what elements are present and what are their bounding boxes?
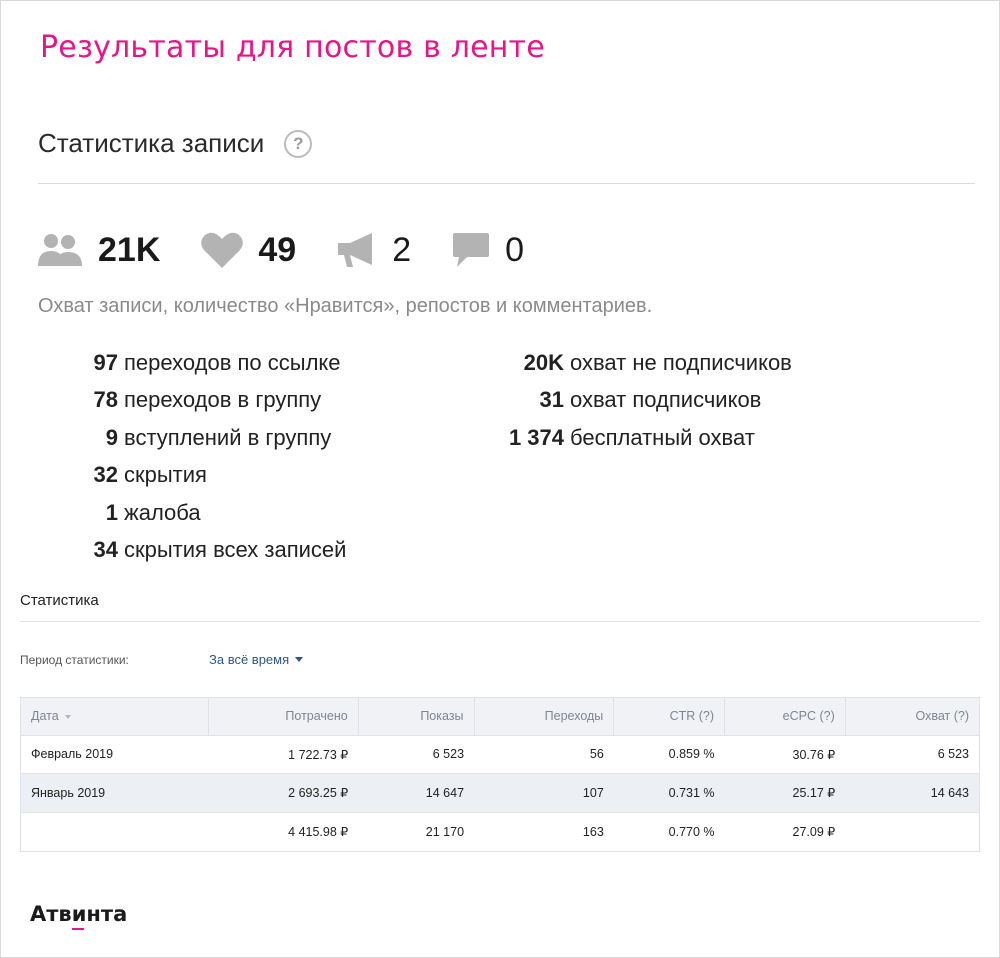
column-header-clicks[interactable]: Переходы [474, 698, 615, 735]
column-header-reach[interactable]: Охват (?) [845, 698, 979, 735]
table-cell: 2 693.25 ₽ [208, 773, 359, 812]
detail-number: 31 [539, 387, 564, 413]
detail-row: 78 переходов в группу [60, 382, 400, 420]
metric-reposts: 2 [336, 231, 411, 270]
table-cell: 163 [474, 811, 614, 851]
table-cell [845, 811, 979, 851]
detail-number: 32 [93, 462, 118, 488]
detail-number: 1 [105, 499, 118, 525]
metric-reach: 21K [36, 231, 160, 270]
table-cell: 107 [474, 773, 614, 812]
detail-number: 9 [105, 424, 118, 450]
column-header-ecpc[interactable]: eCPC (?) [724, 698, 846, 735]
details-right: 20K охват не подписчиков 31 охват подписчи… [470, 344, 870, 457]
period-dropdown-value: За всё время [209, 652, 290, 667]
detail-row: 20K охват не подписчиков [470, 344, 870, 382]
brand-logo: Атвинта [30, 902, 128, 926]
detail-number: 34 [93, 537, 118, 563]
metric-comments-value: 0 [505, 230, 525, 269]
table-header-row: Дата Потрачено Показы Переходы CTR (?) e… [21, 698, 979, 735]
details-left: 97 переходов по ссылке 78 переходов в груп… [60, 344, 400, 569]
detail-label: жалоба [124, 499, 201, 525]
table-cell: 0.859 % [613, 734, 725, 774]
period-dropdown[interactable]: За всё время [209, 652, 304, 667]
post-stats-title: Статистика записи ? [38, 128, 313, 159]
post-stats-title-text: Статистика записи [38, 128, 265, 158]
detail-label: охват подписчиков [570, 387, 762, 413]
divider [20, 621, 980, 622]
column-header-label: Дата [31, 709, 59, 724]
detail-label: охват не подписчиков [570, 349, 792, 375]
comment-icon [453, 233, 490, 267]
stats-section-title: Статистика [20, 592, 99, 609]
table-cell: 4 415.98 ₽ [208, 811, 359, 851]
detail-row: 1 374 бесплатный охват [470, 419, 870, 457]
table-cell: 0.770 % [613, 811, 725, 851]
table-total-row: 4 415.98 ₽ 21 170 163 0.770 % 27.09 ₽ [21, 811, 979, 851]
detail-label: скрытия [124, 462, 207, 488]
people-icon [38, 234, 82, 266]
megaphone-icon [338, 233, 373, 267]
table-row: Февраль 2019 1 722.73 ₽ 6 523 56 0.859 %… [21, 734, 979, 774]
detail-number: 78 [93, 387, 118, 413]
period-label: Период статистики: [20, 653, 129, 667]
detail-row: 9 вступлений в группу [60, 419, 400, 457]
metric-likes: 49 [200, 231, 296, 270]
table-cell: 56 [474, 734, 614, 774]
divider [38, 183, 975, 184]
table-cell: 25.17 ₽ [724, 773, 846, 812]
table-cell: 21 170 [358, 811, 475, 851]
table-cell: 1 722.73 ₽ [208, 734, 359, 774]
table-cell: Февраль 2019 [21, 734, 209, 774]
detail-label: бесплатный охват [570, 424, 755, 450]
detail-number: 97 [93, 349, 118, 375]
table-row: Январь 2019 2 693.25 ₽ 14 647 107 0.731 … [21, 773, 979, 812]
metric-reach-value: 21K [98, 230, 161, 269]
detail-number: 20K [523, 349, 564, 375]
metric-comments: 0 [451, 231, 524, 270]
metric-reposts-value: 2 [392, 230, 412, 269]
column-header-impressions[interactable]: Показы [358, 698, 475, 735]
detail-row: 34 скрытия всех записей [60, 532, 400, 570]
table-cell [21, 811, 209, 851]
metrics-caption: Охват записи, количество «Нравится», реп… [38, 295, 653, 317]
table-cell: 14 647 [358, 773, 475, 812]
detail-row: 97 переходов по ссылке [60, 344, 400, 382]
table-cell: Январь 2019 [21, 773, 209, 812]
detail-label: вступлений в группу [124, 424, 332, 450]
post-metrics: 21K 49 2 0 [36, 228, 564, 272]
table-cell: 27.09 ₽ [724, 811, 846, 851]
chevron-down-icon [295, 657, 304, 662]
table-cell: 30.76 ₽ [724, 734, 846, 774]
detail-label: скрытия всех записей [124, 537, 347, 563]
detail-row: 1 жалоба [60, 494, 400, 532]
brand-logo-accent [72, 928, 84, 930]
detail-label: переходов по ссылке [124, 349, 341, 375]
metric-likes-value: 49 [258, 230, 297, 269]
help-icon[interactable]: ? [284, 129, 313, 158]
table-cell: 6 523 [358, 734, 475, 774]
stats-table: Дата Потрачено Показы Переходы CTR (?) e… [20, 697, 980, 852]
column-header-spent[interactable]: Потрачено [208, 698, 359, 735]
page-headline: Результаты для постов в ленте [40, 30, 545, 65]
column-header-ctr[interactable]: CTR (?) [613, 698, 726, 735]
table-cell: 0.731 % [613, 773, 725, 812]
detail-row: 32 скрытия [60, 457, 400, 495]
detail-row: 31 охват подписчиков [470, 382, 870, 420]
heart-icon [201, 232, 244, 268]
table-cell: 14 643 [845, 773, 979, 812]
detail-label: переходов в группу [124, 387, 322, 413]
sort-icon [64, 714, 71, 719]
table-cell: 6 523 [845, 734, 979, 774]
column-header-date[interactable]: Дата [21, 698, 210, 735]
detail-number: 1 374 [508, 424, 564, 450]
